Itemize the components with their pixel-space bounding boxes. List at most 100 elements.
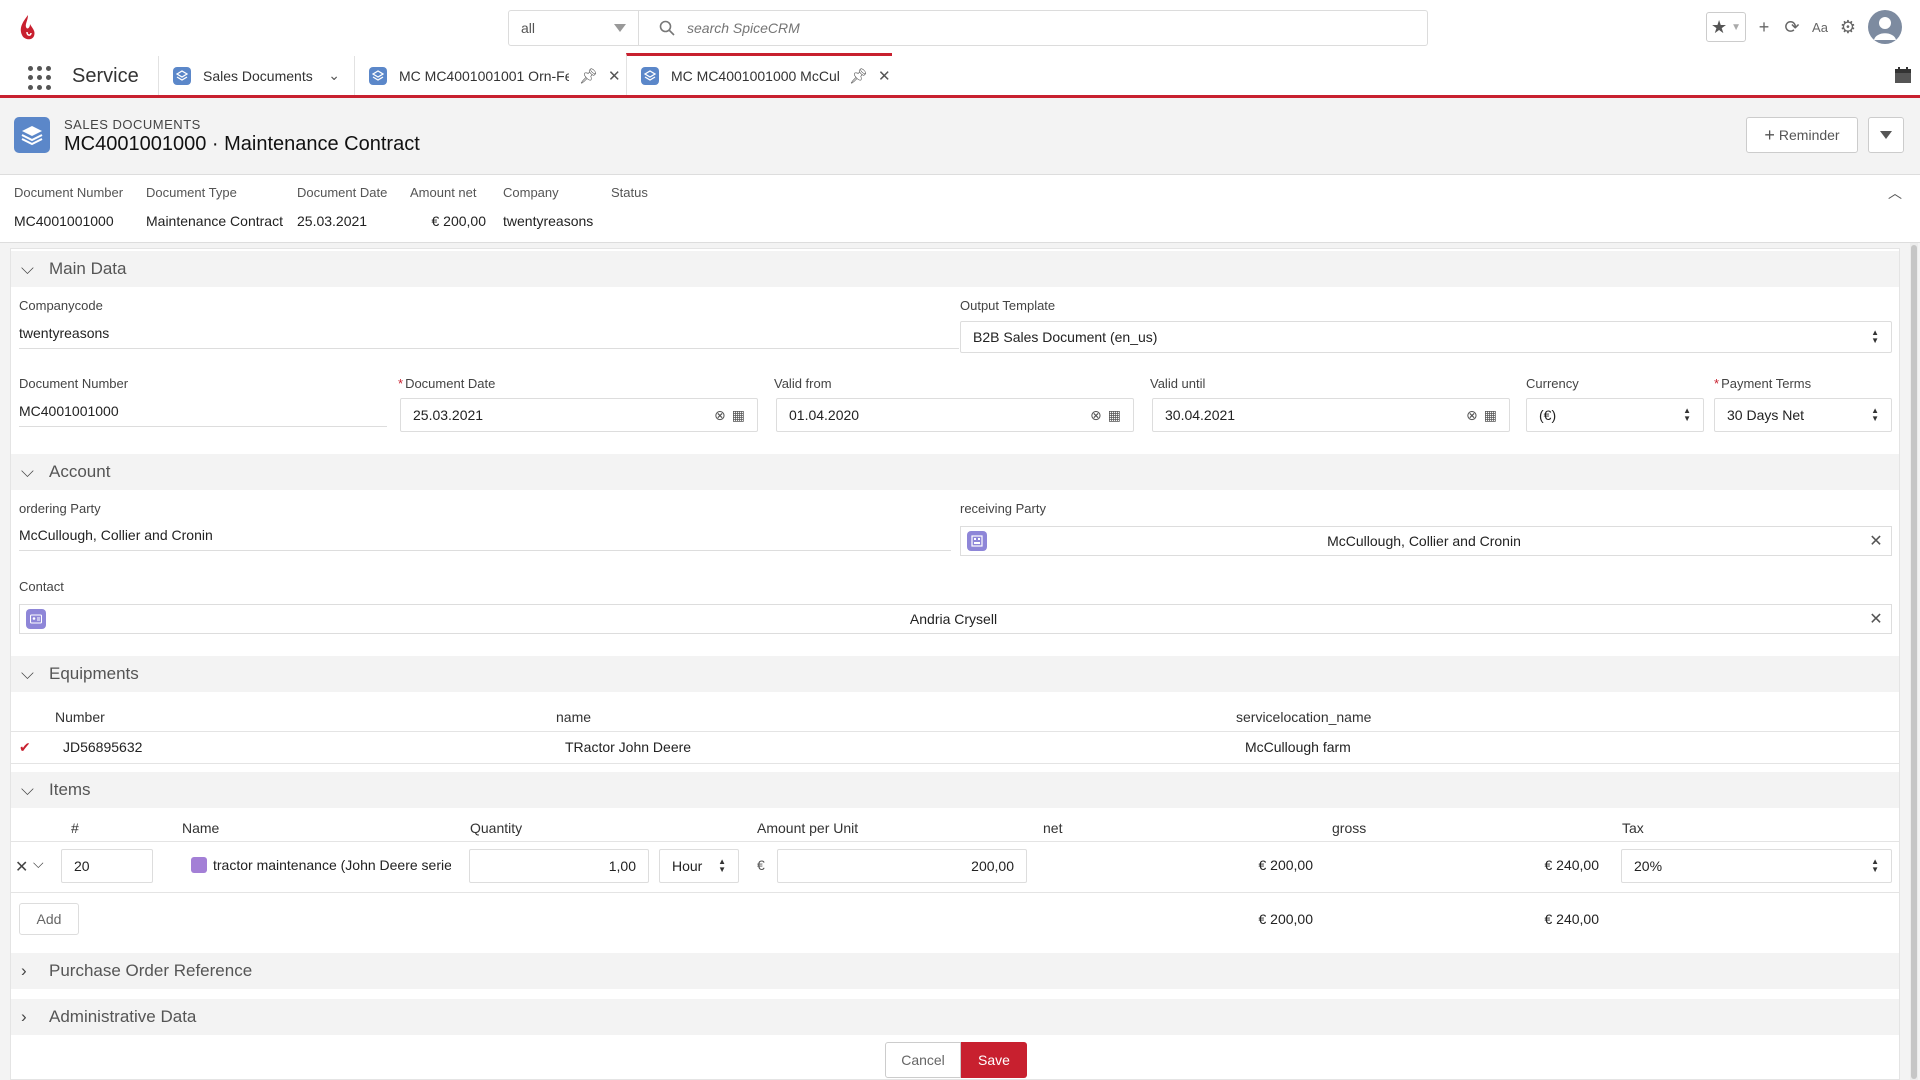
section-purchase-order-reference[interactable]: › Purchase Order Reference	[11, 953, 1899, 989]
pin-icon[interactable]: 📌︎	[849, 67, 868, 85]
section-main-data[interactable]: ⌵ Main Data	[11, 251, 1899, 287]
refresh-icon[interactable]: ⟳	[1778, 12, 1806, 42]
item-product[interactable]: tractor maintenance (John Deere serie:	[191, 857, 451, 873]
sales-documents-icon	[173, 66, 191, 85]
companycode-value: twentyreasons	[19, 319, 959, 349]
receiving-party-lookup[interactable]: McCullough, Collier and Cronin ✕	[960, 526, 1892, 556]
companycode-label: Companycode	[19, 298, 103, 313]
updown-icon: ▲ ▼	[718, 857, 726, 874]
clear-icon[interactable]: ⊗	[714, 407, 726, 424]
product-icon	[191, 857, 207, 873]
chevron-down-icon: ⌵	[21, 462, 34, 481]
close-icon[interactable]: ✕	[608, 67, 621, 85]
search-input[interactable]	[687, 20, 1387, 36]
updown-icon: ▲ ▼	[1683, 406, 1691, 423]
close-icon[interactable]: ✕	[1861, 531, 1891, 551]
language-icon[interactable]: Aa	[1806, 12, 1834, 42]
chevron-down-icon[interactable]: ⌄	[328, 67, 340, 84]
module-label: SALES DOCUMENTS	[64, 117, 201, 132]
user-icon	[1874, 17, 1896, 40]
currency-select[interactable]: (€) ▲ ▼	[1526, 398, 1704, 432]
search-scope-select[interactable]: all	[509, 11, 639, 45]
spicecrm-logo-icon[interactable]	[18, 14, 38, 42]
chevron-right-icon: ›	[21, 1007, 27, 1026]
checkmark-icon[interactable]: ✔	[19, 739, 31, 756]
item-net: € 200,00	[1258, 857, 1314, 873]
highlight-document-number: Document Number MC4001001000	[14, 185, 124, 229]
clear-icon[interactable]: ⊗	[1090, 407, 1102, 424]
document-date-field[interactable]: 25.03.2021 ⊗ ▦	[400, 398, 758, 432]
equipment-location: McCullough farm	[1245, 739, 1351, 755]
item-unit-select[interactable]: Hour ▲ ▼	[659, 849, 739, 883]
valid-until-field[interactable]: 30.04.2021 ⊗ ▦	[1152, 398, 1510, 432]
payment-terms-select[interactable]: 30 Days Net ▲ ▼	[1714, 398, 1892, 432]
item-tax-select[interactable]: 20% ▲ ▼	[1621, 849, 1892, 883]
section-administrative-data[interactable]: › Administrative Data	[11, 999, 1899, 1035]
highlight-document-type: Document Type Maintenance Contract	[146, 185, 283, 229]
save-button[interactable]: Save	[961, 1042, 1027, 1078]
tab-sales-documents[interactable]: Sales Documents ⌄	[158, 56, 354, 95]
expand-item-icon[interactable]: ⌵	[33, 855, 44, 872]
section-items[interactable]: ⌵ Items	[11, 772, 1899, 808]
add-item-button[interactable]: Add	[19, 903, 79, 935]
calendar-icon[interactable]: ▦	[1484, 407, 1497, 424]
actions-dropdown-button[interactable]	[1868, 117, 1904, 153]
column-header-amount: Amount per Unit	[757, 820, 859, 836]
global-header: all ★ ▼ + ⟳ Aa ⚙	[0, 0, 1920, 56]
page-title: MC4001001000 · Maintenance Contract	[64, 133, 420, 155]
tab-label: MC MC4001001001 Orn-Fe	[399, 67, 569, 84]
output-template-select[interactable]: B2B Sales Document (en_us) ▲ ▼	[960, 321, 1892, 353]
item-amount-input[interactable]: 200,00	[777, 849, 1027, 883]
add-reminder-button[interactable]: + Reminder	[1746, 117, 1858, 153]
section-equipments[interactable]: ⌵ Equipments	[11, 656, 1899, 692]
record-highlights: Document Number MC4001001000 Document Ty…	[0, 175, 1920, 243]
caret-down-icon	[1880, 131, 1892, 139]
document-number-label: Document Number	[19, 376, 129, 391]
contact-lookup[interactable]: Andria Crysell ✕	[19, 604, 1892, 634]
column-header-name[interactable]: name	[556, 709, 591, 725]
valid-from-field[interactable]: 01.04.2020 ⊗ ▦	[776, 398, 1134, 432]
ordering-party-label: ordering Party	[19, 501, 101, 516]
document-number-value: MC4001001000	[19, 397, 387, 427]
calendar-icon[interactable]	[1894, 66, 1912, 84]
column-header-item-name: Name	[182, 820, 220, 836]
item-position-input[interactable]: 20	[61, 849, 153, 883]
scrollbar-thumb[interactable]	[1911, 245, 1917, 1079]
equipment-name: TRactor John Deere	[565, 739, 692, 755]
plus-icon: +	[1764, 124, 1775, 145]
clear-icon[interactable]: ⊗	[1466, 407, 1478, 424]
cancel-button[interactable]: Cancel	[885, 1042, 961, 1078]
document-date-label: * Document Date	[398, 376, 496, 391]
column-header-servicelocation[interactable]: servicelocation_name	[1236, 709, 1371, 725]
highlight-amount-net: Amount net € 200,00	[410, 185, 486, 229]
account-icon	[967, 531, 987, 551]
highlight-document-date: Document Date 25.03.2021	[297, 185, 388, 229]
close-icon[interactable]: ✕	[878, 67, 891, 85]
item-name: tractor maintenance (John Deere serie:	[213, 857, 451, 873]
column-header-number[interactable]: Number	[55, 709, 105, 725]
chevron-down-icon: ⌵	[21, 780, 34, 799]
gear-icon[interactable]: ⚙	[1834, 12, 1862, 42]
search-icon	[659, 20, 675, 36]
section-account[interactable]: ⌵ Account	[11, 454, 1899, 490]
updown-icon: ▲ ▼	[1871, 328, 1879, 345]
calendar-icon[interactable]: ▦	[1108, 407, 1121, 424]
add-icon[interactable]: +	[1750, 12, 1778, 42]
tab-record-mc4001001001[interactable]: MC MC4001001001 Orn-Fe 📌︎ ✕	[354, 56, 626, 95]
item-quantity-input[interactable]: 1,00	[469, 849, 649, 883]
tab-record-mc4001001000[interactable]: MC MC4001001000 McCull 📌︎ ✕	[626, 53, 892, 95]
close-icon[interactable]: ✕	[1861, 609, 1891, 629]
sales-documents-icon	[369, 66, 387, 85]
collapse-highlights-icon[interactable]: ︿	[1888, 183, 1902, 203]
page-scrollbar[interactable]	[1910, 243, 1918, 1080]
search-scope-value: all	[521, 20, 536, 36]
avatar[interactable]	[1868, 10, 1902, 44]
calendar-icon[interactable]: ▦	[732, 407, 745, 424]
delete-item-icon[interactable]: ✕	[15, 857, 28, 877]
chevron-right-icon: ›	[21, 961, 27, 980]
pin-icon[interactable]: 📌︎	[579, 67, 598, 85]
reminder-label: Reminder	[1778, 127, 1840, 143]
app-launcher-icon[interactable]	[28, 66, 52, 90]
highlight-company: Company twentyreasons	[503, 185, 594, 229]
favorite-button[interactable]: ★ ▼	[1706, 12, 1746, 42]
